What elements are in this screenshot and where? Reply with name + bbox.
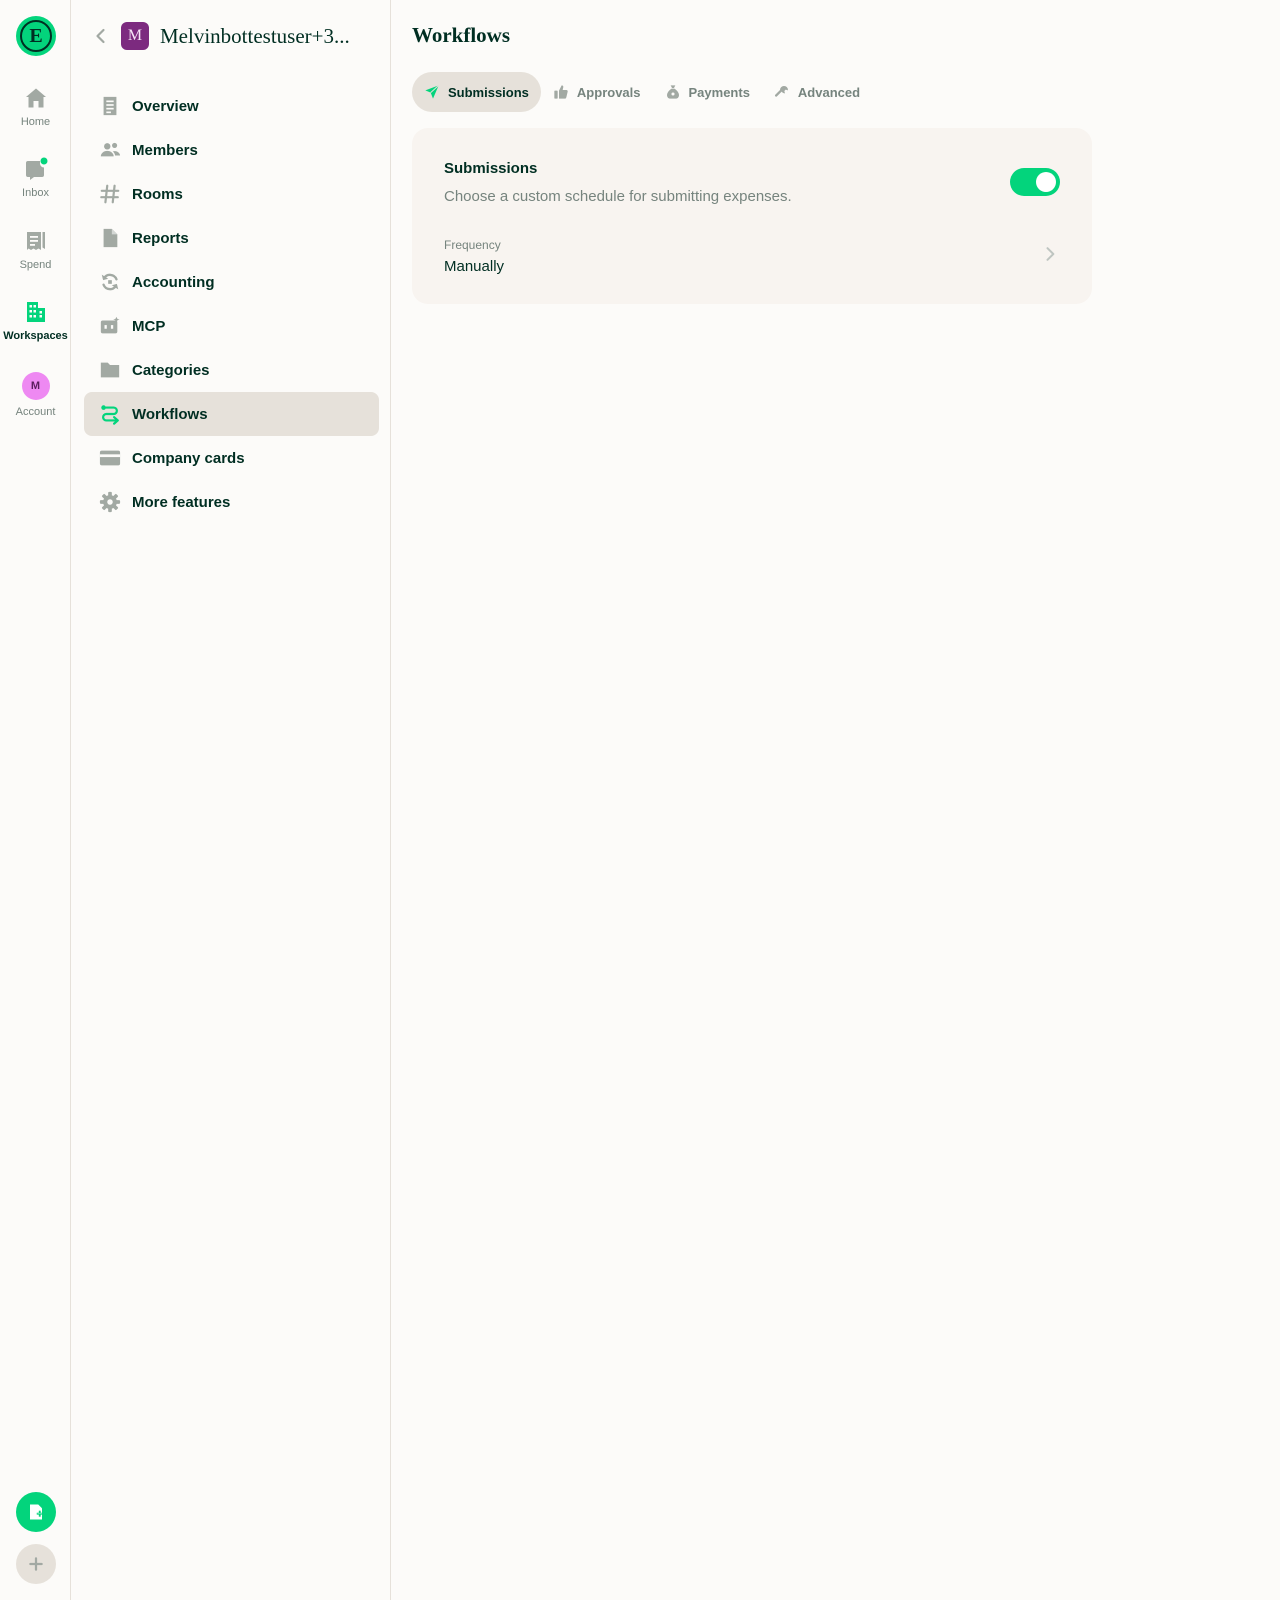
rail-item-home[interactable]: Home — [0, 82, 71, 142]
workflow-tabs: Submissions Approvals Payments Advanced — [412, 72, 872, 112]
sidebar-item-label: Members — [132, 141, 198, 159]
users-icon — [100, 142, 121, 157]
sidebar-item-members[interactable]: Members — [84, 128, 379, 172]
expensify-logo[interactable]: E — [16, 16, 56, 56]
hashtag-icon — [100, 184, 120, 204]
workflows-page: Workflows Submissions Approvals Payments — [392, 0, 1280, 1600]
sidebar-item-label: Overview — [132, 97, 199, 115]
sidebar-item-label: Reports — [132, 229, 189, 247]
back-arrow-icon[interactable] — [89, 24, 113, 48]
rail-label: Inbox — [22, 187, 49, 199]
tab-approvals[interactable]: Approvals — [541, 72, 653, 112]
tab-advanced[interactable]: Advanced — [762, 72, 872, 112]
folder-icon — [100, 362, 120, 378]
receipt-icon — [26, 232, 45, 250]
sidebar-item-categories[interactable]: Categories — [84, 348, 379, 392]
wrench-icon — [774, 85, 788, 97]
gear-icon — [99, 491, 121, 513]
create-button[interactable] — [16, 1544, 56, 1584]
sidebar-item-label: Rooms — [132, 185, 183, 203]
submissions-card: Submissions Choose a custom schedule for… — [412, 128, 1092, 304]
sidebar-item-accounting[interactable]: Accounting — [84, 260, 379, 304]
rail-label: Workspaces — [3, 330, 68, 342]
frequency-row[interactable]: Frequency Manually — [432, 224, 1072, 284]
thumbs-up-icon — [554, 85, 568, 99]
global-nav-rail: E Home Inbox Spend Workspaces M Account — [0, 0, 71, 1600]
page-title: Workflows — [412, 23, 511, 47]
home-icon — [25, 88, 46, 108]
tab-label: Payments — [688, 84, 750, 100]
workspace-name: Melvinbottestuser+3... — [160, 24, 350, 48]
sidebar-item-label: More features — [132, 493, 231, 511]
tab-label: Approvals — [576, 84, 641, 100]
sidebar-item-label: MCP — [132, 317, 166, 335]
money-bag-icon — [666, 85, 679, 99]
rail-item-inbox[interactable]: Inbox — [0, 153, 71, 213]
workspace-menu: Overview Members Rooms Reports Accountin… — [84, 84, 379, 524]
card-title: Submissions — [444, 160, 538, 177]
sidebar-item-company-cards[interactable]: Company cards — [84, 436, 379, 480]
inbox-icon — [25, 157, 47, 180]
paper-plane-icon — [425, 84, 440, 99]
rail-label: Home — [20, 116, 51, 128]
sidebar-item-mcp[interactable]: MCP — [84, 304, 379, 348]
new-expense-icon — [30, 1504, 43, 1520]
sidebar-item-overview[interactable]: Overview — [84, 84, 379, 128]
sidebar-item-rooms[interactable]: Rooms — [84, 172, 379, 216]
rail-label: Spend — [19, 259, 52, 271]
frequency-value: Manually — [444, 258, 505, 275]
toggle-knob — [1036, 172, 1056, 192]
credit-card-icon — [99, 450, 121, 466]
tab-submissions[interactable]: Submissions — [412, 72, 541, 112]
card-description: Choose a custom schedule for submitting … — [444, 188, 792, 205]
chevron-right-icon — [1046, 247, 1055, 261]
sidebar-item-label: Categories — [132, 361, 210, 379]
sidebar-item-label: Company cards — [132, 449, 245, 467]
plus-icon — [29, 1557, 43, 1571]
sidebar-item-reports[interactable]: Reports — [84, 216, 379, 260]
sidebar-item-label: Accounting — [132, 273, 215, 291]
tab-label: Submissions — [448, 84, 529, 100]
submissions-toggle[interactable] — [1010, 168, 1060, 196]
building-icon — [26, 302, 45, 322]
rail-item-account[interactable]: M Account — [0, 370, 71, 430]
new-expense-button[interactable] — [16, 1492, 56, 1532]
logo-letter: E — [20, 20, 52, 52]
workspace-avatar: M — [121, 22, 149, 50]
file-icon — [103, 228, 118, 248]
workspace-sidebar: M Melvinbottestuser+3... Overview Member… — [71, 0, 391, 1600]
workspace-header: M Melvinbottestuser+3... — [71, 20, 391, 52]
document-icon — [103, 96, 117, 116]
tab-payments[interactable]: Payments — [653, 72, 762, 112]
rail-label: Account — [15, 406, 56, 418]
tab-label: Advanced — [797, 84, 861, 100]
robot-icon — [100, 316, 120, 334]
frequency-label: Frequency — [444, 238, 501, 252]
sync-icon — [101, 273, 119, 291]
sidebar-item-label: Workflows — [132, 405, 208, 423]
rail-item-spend[interactable]: Spend — [0, 225, 71, 285]
rail-item-workspaces[interactable]: Workspaces — [0, 296, 71, 356]
sidebar-item-more-features[interactable]: More features — [84, 480, 379, 524]
workflow-icon — [101, 405, 119, 425]
sidebar-item-workflows[interactable]: Workflows — [84, 392, 379, 436]
avatar: M — [21, 372, 50, 400]
